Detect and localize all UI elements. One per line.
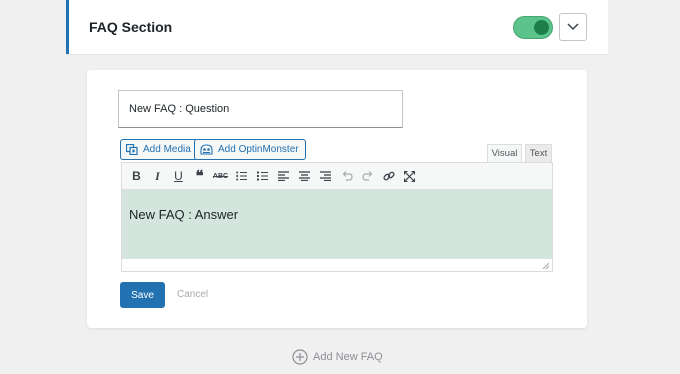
add-new-faq-button[interactable]: Add New FAQ bbox=[292, 349, 383, 365]
header-accent-bar bbox=[66, 0, 69, 54]
media-icon bbox=[126, 144, 138, 155]
link-icon[interactable] bbox=[378, 166, 399, 187]
answer-text: New FAQ : Answer bbox=[129, 207, 239, 222]
align-left-icon[interactable] bbox=[273, 166, 294, 187]
add-media-button[interactable]: Add Media bbox=[120, 139, 198, 160]
answer-content-area[interactable]: New FAQ : Answer bbox=[122, 190, 552, 259]
fullscreen-icon[interactable] bbox=[399, 166, 420, 187]
plus-circle-icon bbox=[292, 349, 308, 365]
numbered-list-icon[interactable] bbox=[252, 166, 273, 187]
bulleted-list-icon[interactable] bbox=[231, 166, 252, 187]
blockquote-icon[interactable]: ❝ bbox=[189, 166, 210, 187]
optinmonster-icon bbox=[200, 144, 213, 155]
answer-editor: B I U ❝ ABC New FAQ: Answer bbox=[121, 162, 553, 272]
underline-icon[interactable]: U bbox=[168, 166, 189, 187]
undo-icon[interactable] bbox=[336, 166, 357, 187]
save-button[interactable]: Save bbox=[120, 282, 165, 308]
collapse-button[interactable] bbox=[559, 13, 587, 41]
editor-toolbar: B I U ❝ ABC bbox=[122, 163, 552, 190]
section-toggle[interactable] bbox=[513, 16, 553, 39]
strikethrough-icon[interactable]: ABC bbox=[210, 166, 231, 187]
section-header: FAQ Section bbox=[66, 0, 608, 55]
toggle-knob bbox=[534, 20, 549, 35]
add-new-faq-label: Add New FAQ bbox=[313, 351, 383, 363]
add-media-label: Add Media bbox=[143, 144, 191, 155]
faq-section-panel: FAQ Section Add Media bbox=[66, 0, 608, 374]
cancel-link[interactable]: Cancel bbox=[177, 289, 208, 300]
bold-icon[interactable]: B bbox=[126, 166, 147, 187]
chevron-down-icon bbox=[567, 23, 579, 31]
section-title: FAQ Section bbox=[89, 19, 173, 35]
tab-visual[interactable]: Visual bbox=[487, 144, 522, 162]
add-optinmonster-label: Add OptinMonster bbox=[218, 144, 299, 155]
add-optinmonster-button[interactable]: Add OptinMonster bbox=[194, 139, 306, 160]
align-center-icon[interactable] bbox=[294, 166, 315, 187]
align-right-icon[interactable] bbox=[315, 166, 336, 187]
italic-icon[interactable]: I bbox=[147, 166, 168, 187]
tab-text[interactable]: Text bbox=[525, 144, 552, 162]
resize-handle-icon[interactable] bbox=[542, 262, 549, 269]
redo-icon[interactable] bbox=[357, 166, 378, 187]
faq-item-card: Add Media Add OptinMonster Visual Text B… bbox=[87, 70, 587, 328]
question-input[interactable] bbox=[118, 90, 403, 128]
